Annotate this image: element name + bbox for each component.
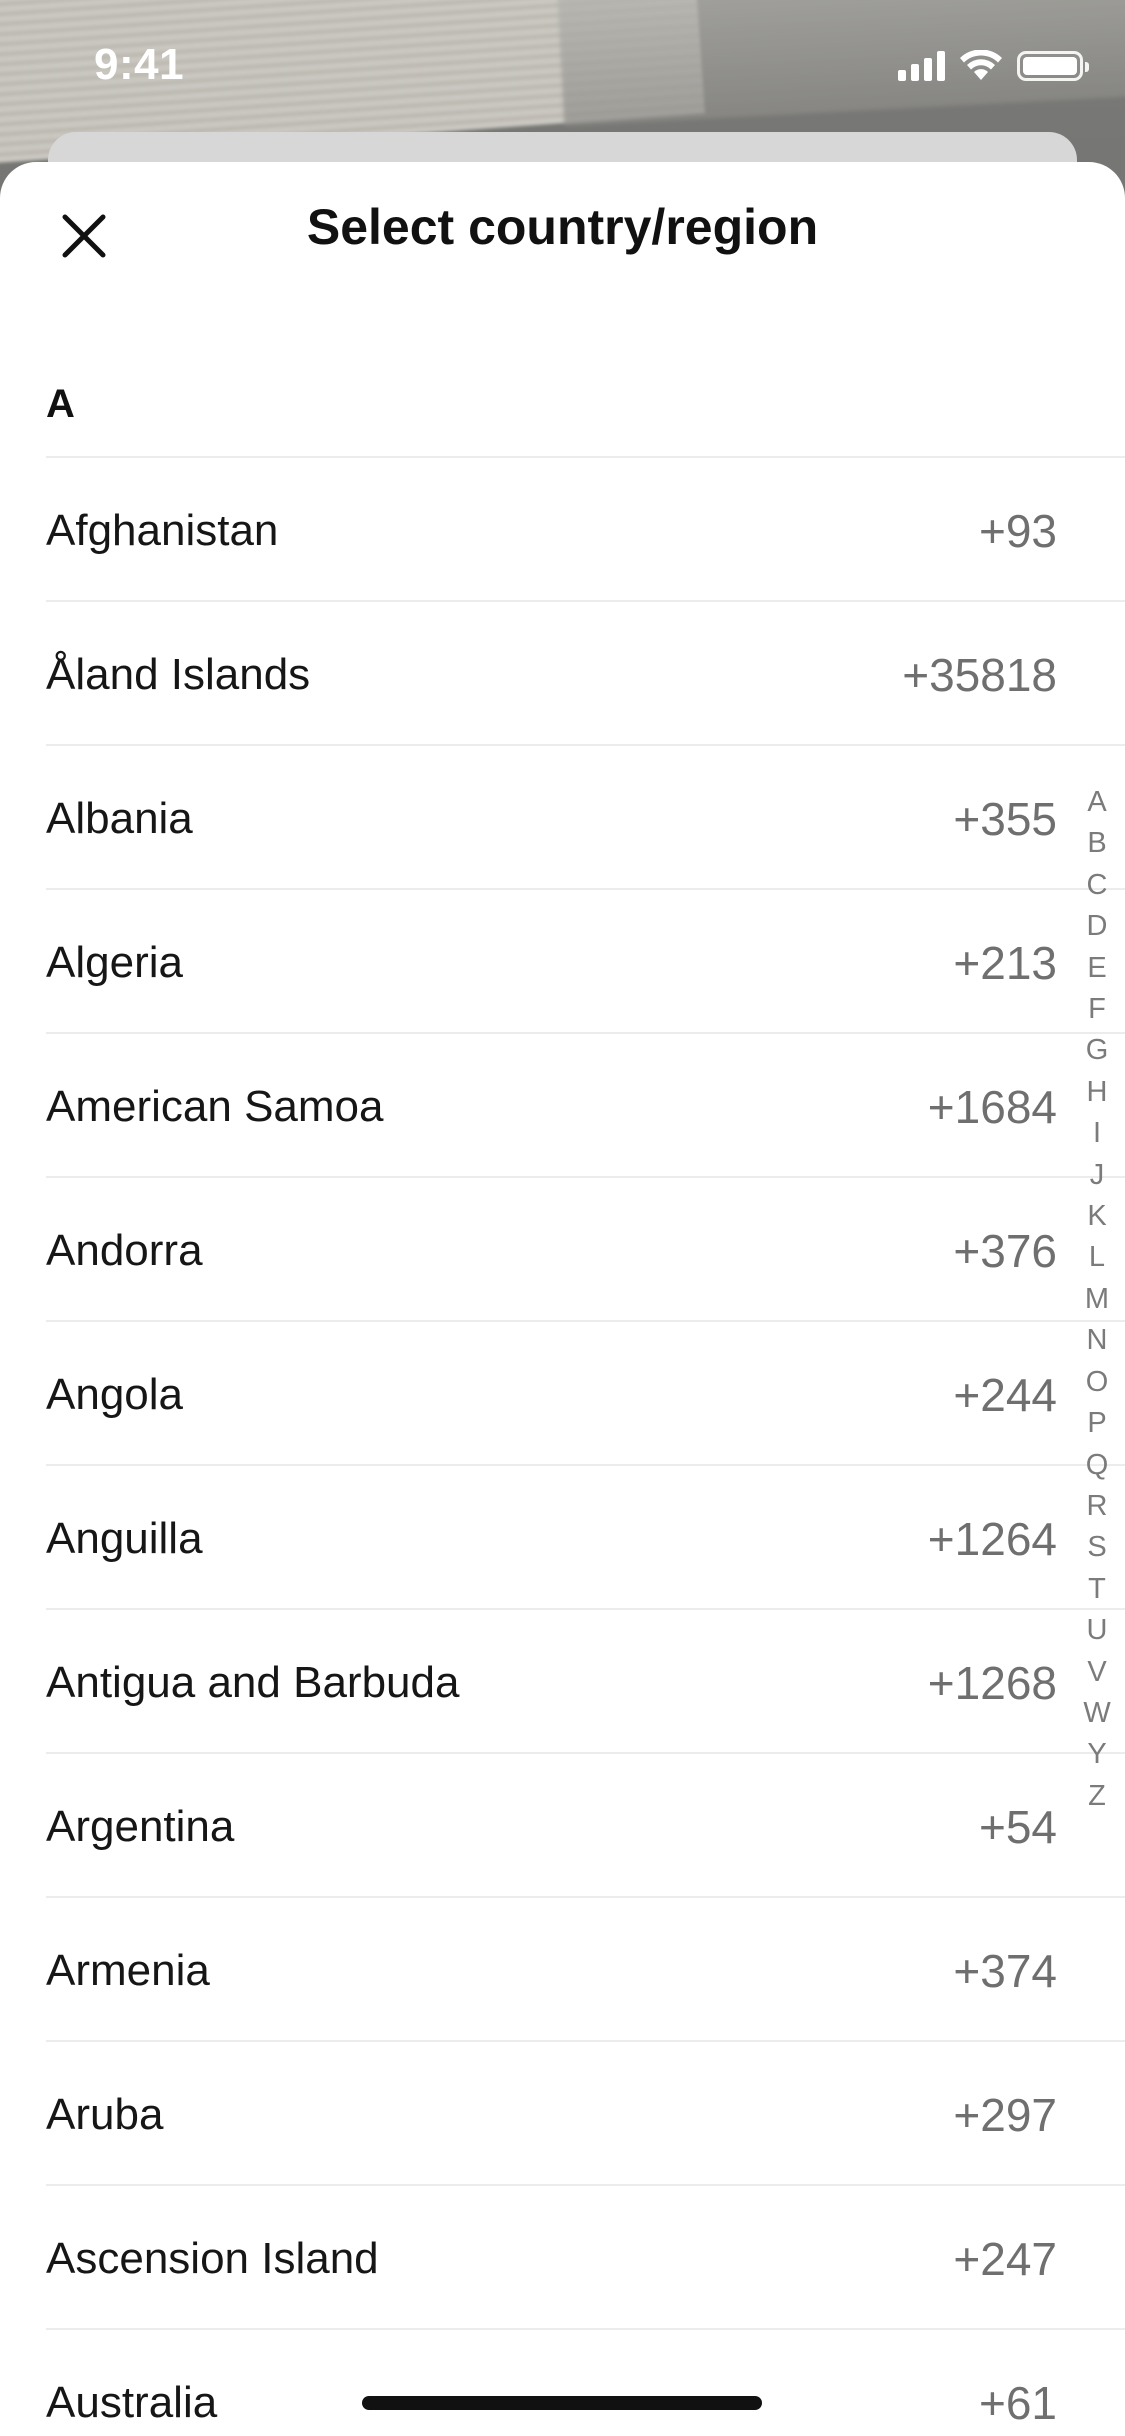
country-row[interactable]: Andorra +376	[0, 1178, 1125, 1322]
country-name: Albania	[46, 794, 193, 843]
alphabet-index-letter[interactable]: T	[1088, 1569, 1106, 1610]
country-name: Angola	[46, 1370, 184, 1419]
country-name: Andorra	[46, 1226, 203, 1275]
country-name: Antigua and Barbuda	[46, 1658, 460, 1707]
alphabet-index-letter[interactable]: B	[1087, 823, 1106, 864]
alphabet-index[interactable]: ABCDEFGHIJKLMNOPQRSTUVWYZ	[1077, 782, 1117, 1817]
country-row[interactable]: Åland Islands +35818	[0, 602, 1125, 746]
country-name: Australia	[46, 2378, 218, 2427]
country-name: American Samoa	[46, 1082, 384, 1131]
dial-code: +297	[953, 2089, 1057, 2141]
country-name: Anguilla	[46, 1514, 203, 1563]
dial-code: +1268	[927, 1657, 1057, 1709]
status-icons	[898, 50, 1089, 82]
country-row[interactable]: Ascension Island +247	[0, 2186, 1125, 2330]
alphabet-index-letter[interactable]: L	[1089, 1237, 1105, 1278]
country-name: Aruba	[46, 2090, 164, 2139]
alphabet-index-letter[interactable]: P	[1087, 1403, 1106, 1444]
dial-code: +355	[953, 793, 1057, 845]
alphabet-index-letter[interactable]: D	[1087, 906, 1108, 947]
alphabet-index-letter[interactable]: U	[1087, 1610, 1108, 1651]
country-name: Åland Islands	[46, 650, 311, 699]
dial-code: +54	[978, 1801, 1057, 1853]
alphabet-index-letter[interactable]: F	[1088, 989, 1106, 1030]
section-header: A	[46, 382, 75, 426]
country-picker-sheet: Select country/region A Afghanistan +93 …	[0, 162, 1125, 2436]
alphabet-index-letter[interactable]: E	[1087, 948, 1106, 989]
status-time: 9:41	[94, 40, 185, 89]
country-row[interactable]: Albania +355	[0, 746, 1125, 890]
alphabet-index-letter[interactable]: Q	[1086, 1445, 1109, 1486]
dial-code: +247	[953, 2233, 1057, 2285]
country-row[interactable]: Algeria +213	[0, 890, 1125, 1034]
country-name: Argentina	[46, 1802, 235, 1851]
alphabet-index-letter[interactable]: H	[1087, 1072, 1108, 1113]
alphabet-index-letter[interactable]: W	[1083, 1693, 1110, 1734]
alphabet-index-letter[interactable]: C	[1087, 865, 1108, 906]
alphabet-index-letter[interactable]: R	[1087, 1486, 1108, 1527]
screen: 9:41 Select country/region A Afghanistan…	[0, 0, 1125, 2436]
country-row[interactable]: Antigua and Barbuda +1268	[0, 1610, 1125, 1754]
dial-code: +93	[978, 505, 1057, 557]
country-row[interactable]: Afghanistan +93	[0, 458, 1125, 602]
alphabet-index-letter[interactable]: S	[1087, 1527, 1106, 1568]
sheet-header: Select country/region	[0, 162, 1125, 300]
country-name: Afghanistan	[46, 506, 279, 555]
country-row[interactable]: Anguilla +1264	[0, 1466, 1125, 1610]
sheet-title: Select country/region	[306, 199, 819, 255]
country-name: Armenia	[46, 1946, 210, 1995]
alphabet-index-letter[interactable]: A	[1087, 782, 1106, 823]
status-bar: 9:41	[0, 0, 1125, 132]
alphabet-index-letter[interactable]: I	[1093, 1113, 1101, 1154]
alphabet-index-letter[interactable]: N	[1087, 1320, 1108, 1361]
battery-icon	[1017, 51, 1089, 81]
alphabet-index-letter[interactable]: K	[1087, 1196, 1106, 1237]
dial-code: +1264	[927, 1513, 1057, 1565]
country-row[interactable]: Armenia +374	[0, 1898, 1125, 2042]
cellular-signal-icon	[898, 51, 945, 81]
dial-code: +213	[953, 937, 1057, 989]
dial-code: +374	[953, 1945, 1057, 1997]
dial-code: +244	[953, 1369, 1057, 1421]
alphabet-index-letter[interactable]: Y	[1087, 1734, 1106, 1775]
alphabet-index-letter[interactable]: V	[1087, 1652, 1106, 1693]
country-name: Ascension Island	[46, 2234, 379, 2283]
alphabet-index-letter[interactable]: O	[1086, 1362, 1109, 1403]
alphabet-index-letter[interactable]: M	[1085, 1279, 1109, 1320]
dial-code: +61	[978, 2377, 1057, 2429]
dial-code: +376	[953, 1225, 1057, 1277]
country-row[interactable]: Australia +61	[0, 2330, 1125, 2436]
country-list: Afghanistan +93 Åland Islands +35818 Alb…	[0, 458, 1125, 2436]
dial-code: +1684	[927, 1081, 1057, 1133]
country-name: Algeria	[46, 938, 183, 987]
alphabet-index-letter[interactable]: G	[1086, 1030, 1109, 1071]
alphabet-index-letter[interactable]: Z	[1088, 1776, 1106, 1817]
country-row[interactable]: American Samoa +1684	[0, 1034, 1125, 1178]
home-indicator	[362, 2396, 762, 2410]
country-row[interactable]: Angola +244	[0, 1322, 1125, 1466]
country-row[interactable]: Aruba +297	[0, 2042, 1125, 2186]
country-row[interactable]: Argentina +54	[0, 1754, 1125, 1898]
wifi-icon	[960, 50, 1002, 80]
dial-code: +35818	[902, 649, 1057, 701]
alphabet-index-letter[interactable]: J	[1090, 1155, 1105, 1196]
